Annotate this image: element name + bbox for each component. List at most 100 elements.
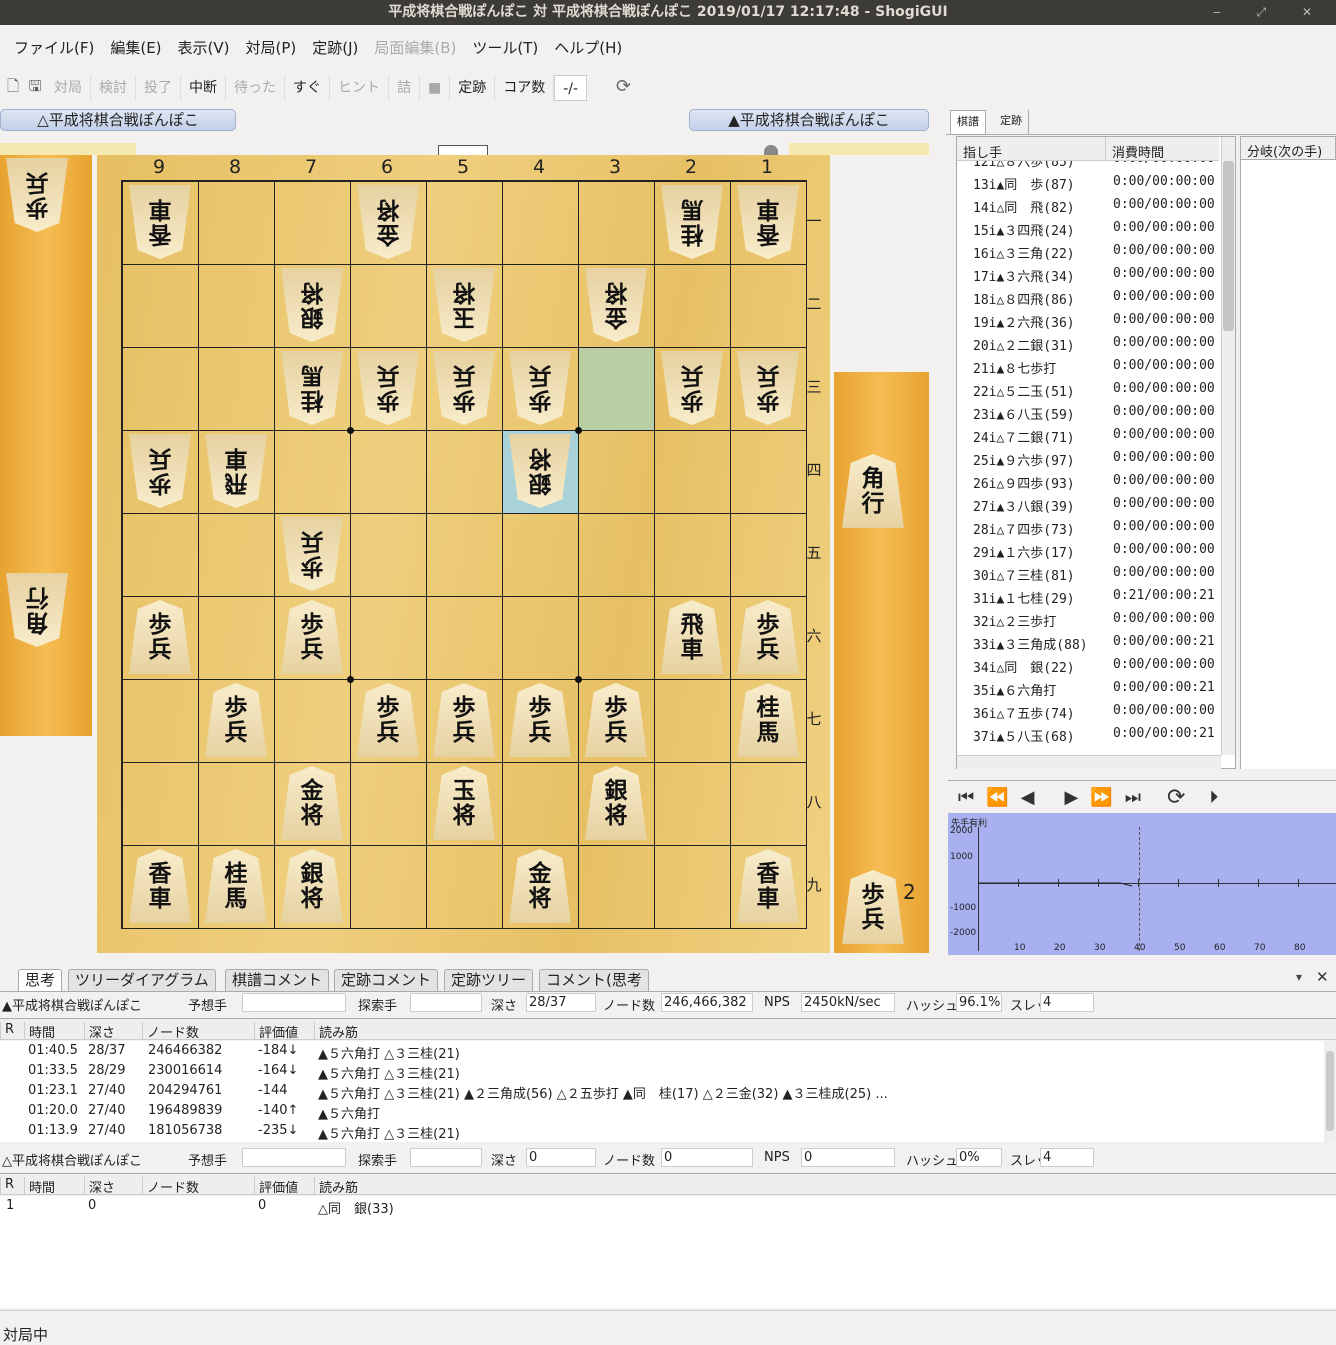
kifu-row[interactable]: 32i△２三歩打 0:00/00:00:00: [973, 611, 1219, 630]
board-square[interactable]: [351, 514, 427, 597]
window-controls[interactable]: ‒ ⤢ ✕: [1213, 0, 1328, 25]
board-square[interactable]: [199, 348, 275, 431]
piece-gote[interactable]: 金将: [357, 185, 419, 259]
engine-pv-row[interactable]: 01:20.0 27/40 196489839 -140↑ ▲５六角打: [0, 1101, 1330, 1122]
piece-gote[interactable]: 玉将: [433, 268, 495, 342]
menu-item-2[interactable]: 表示(V): [170, 37, 238, 58]
kifu-row[interactable]: 28i△７四歩(73) 0:00/00:00:00: [973, 519, 1219, 538]
piece-gote[interactable]: 桂馬: [281, 351, 343, 425]
kifu-row[interactable]: 23i▲６八玉(59) 0:00/00:00:00: [973, 404, 1219, 423]
kifu-row[interactable]: 16i△３三角(22) 0:00/00:00:00: [973, 243, 1219, 262]
dropdown-icon[interactable]: ▾: [1296, 970, 1302, 984]
board-square[interactable]: [351, 265, 427, 348]
kifu-row[interactable]: 22i△５二玉(51) 0:00/00:00:00: [973, 381, 1219, 400]
piece-sente[interactable]: 歩兵: [129, 600, 191, 674]
kifu-row[interactable]: 29i▲１六歩(17) 0:00/00:00:00: [973, 542, 1219, 561]
board-square[interactable]: [579, 597, 655, 680]
kifu-hscrollbar[interactable]: [957, 755, 1221, 769]
menu-item-7[interactable]: ヘルプ(H): [546, 37, 630, 58]
prev-move-icon[interactable]: ◀: [1021, 787, 1035, 808]
board-square[interactable]: [351, 431, 427, 514]
board-square[interactable]: [655, 680, 731, 763]
engine-col-header[interactable]: 深さ: [84, 1177, 142, 1196]
kifu-row[interactable]: 30i△７三桂(81) 0:00/00:00:00: [973, 565, 1219, 584]
kifu-scrollbar[interactable]: [1221, 137, 1235, 755]
board-square[interactable]: [579, 348, 655, 431]
kifu-row[interactable]: 24i△７二銀(71) 0:00/00:00:00: [973, 427, 1219, 446]
piece-gote[interactable]: 飛車: [205, 434, 267, 508]
board-square[interactable]: [351, 763, 427, 846]
piece-gote[interactable]: 香車: [129, 185, 191, 259]
toolbar-button-10[interactable]: コア数: [495, 75, 555, 101]
kifu-row[interactable]: 20i△２二銀(31) 0:00/00:00:00: [973, 335, 1219, 354]
board-square[interactable]: [579, 514, 655, 597]
engine-col-header[interactable]: R: [0, 1177, 24, 1195]
board-square[interactable]: [579, 431, 655, 514]
piece-sente[interactable]: 歩兵: [509, 683, 571, 757]
tab-joseki[interactable]: 定跡: [994, 110, 1029, 134]
toolbar-button-4[interactable]: 待った: [226, 75, 285, 101]
toolbar-button-6[interactable]: ヒント: [330, 75, 389, 101]
bottom-tab-5[interactable]: コメント(思考: [539, 969, 649, 991]
new-file-icon[interactable]: 🗋: [2, 75, 24, 101]
fast-forward-icon[interactable]: ⏩: [1090, 787, 1112, 808]
kifu-row[interactable]: 27i▲３八銀(39) 0:00/00:00:00: [973, 496, 1219, 515]
toolbar-button-2[interactable]: 投了: [136, 75, 181, 101]
kifu-row[interactable]: 14i△同 飛(82) 0:00/00:00:00: [973, 197, 1219, 216]
kifu-scroll-thumb[interactable]: [1223, 161, 1234, 331]
board-square[interactable]: [199, 597, 275, 680]
engine-col-header[interactable]: 時間: [24, 1177, 84, 1196]
board-square[interactable]: [503, 514, 579, 597]
engine-col-header[interactable]: 評価値: [254, 1022, 314, 1041]
piece-sente[interactable]: 香車: [129, 849, 191, 923]
board-square[interactable]: [427, 182, 503, 265]
engine-scroll-thumb[interactable]: [1326, 1051, 1334, 1131]
tab-kifu[interactable]: 棋譜: [950, 110, 986, 134]
piece-gote[interactable]: 銀将: [509, 434, 571, 508]
piece-gote[interactable]: 香車: [737, 185, 799, 259]
menu-item-1[interactable]: 編集(E): [102, 37, 169, 58]
menu-item-0[interactable]: ファイル(F): [6, 37, 102, 58]
sente-hand-piece[interactable]: 角行: [842, 454, 904, 528]
gote-hand-piece[interactable]: 歩兵: [6, 158, 68, 232]
refresh-icon[interactable]: ⟳: [616, 76, 640, 100]
board-square[interactable]: [275, 431, 351, 514]
piece-sente[interactable]: 金将: [509, 849, 571, 923]
board-square[interactable]: [123, 514, 199, 597]
kifu-row[interactable]: 18i△８四飛(86) 0:00/00:00:00: [973, 289, 1219, 308]
piece-sente[interactable]: 歩兵: [433, 683, 495, 757]
toolbar-button-11[interactable]: -/-: [554, 75, 588, 101]
piece-gote[interactable]: 歩兵: [281, 517, 343, 591]
board-square[interactable]: [655, 265, 731, 348]
board-square[interactable]: [655, 846, 731, 929]
piece-gote[interactable]: 銀将: [281, 268, 343, 342]
kifu-row[interactable]: 19i▲２六飛(36) 0:00/00:00:00: [973, 312, 1219, 331]
next-move-icon[interactable]: ▶: [1064, 787, 1078, 808]
menu-item-5[interactable]: 局面編集(B): [366, 37, 464, 58]
board-square[interactable]: [655, 431, 731, 514]
kifu-row[interactable]: 13i▲同 歩(87) 0:00/00:00:00: [973, 174, 1219, 193]
sente-hand-piece[interactable]: 歩兵: [842, 870, 904, 944]
kifu-list[interactable]: 指し手 消費時間 12i△８六歩(85)0:00/00:00:0013i▲同 歩…: [956, 136, 1236, 769]
board-square[interactable]: [123, 680, 199, 763]
kifu-row[interactable]: 25i▲９六歩(97) 0:00/00:00:00: [973, 450, 1219, 469]
board-square[interactable]: [731, 431, 807, 514]
kifu-row[interactable]: 12i△８六歩(85) 0:00/00:00:00: [973, 161, 1219, 170]
piece-sente[interactable]: 歩兵: [281, 600, 343, 674]
board-square[interactable]: [731, 763, 807, 846]
toolbar-button-5[interactable]: すぐ: [285, 75, 330, 101]
engine-pv-row[interactable]: 01:23.1 27/40 204294761 -144 ▲５六角打 △３三桂(21) …: [0, 1081, 1330, 1102]
board-square[interactable]: [503, 182, 579, 265]
flip-board-icon[interactable]: ⟳: [1167, 785, 1185, 810]
engine-col-header[interactable]: 評価値: [254, 1177, 314, 1196]
bottom-tab-3[interactable]: 定跡コメント: [334, 969, 439, 991]
board-square[interactable]: [199, 182, 275, 265]
piece-gote[interactable]: 歩兵: [433, 351, 495, 425]
board-square[interactable]: [427, 514, 503, 597]
board-square[interactable]: [351, 597, 427, 680]
board-square[interactable]: [655, 763, 731, 846]
play-icon[interactable]: ⏵: [1209, 787, 1218, 808]
toolbar-button-1[interactable]: 検討: [91, 75, 136, 101]
engine-pv-row[interactable]: 01:13.9 27/40 181056738 -235↓ ▲５六角打 △３三桂(21): [0, 1121, 1330, 1142]
piece-gote[interactable]: 歩兵: [357, 351, 419, 425]
